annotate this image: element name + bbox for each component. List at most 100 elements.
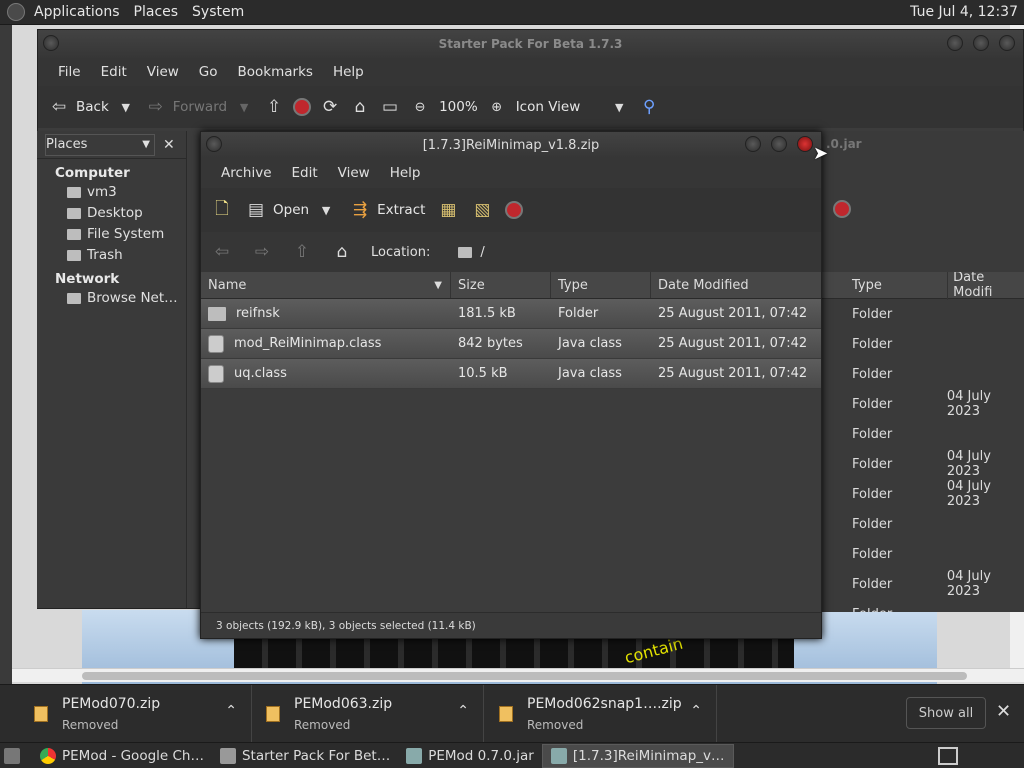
sidebar-item-vm3[interactable]: vm3 [37,181,186,202]
maximize-button[interactable] [771,136,787,152]
show-desktop-icon[interactable] [4,747,20,764]
clock[interactable]: Tue Jul 4, 12:37 [910,4,1024,20]
sidebar-item-desktop[interactable]: Desktop [37,202,186,223]
sidebar-item-trash[interactable]: Trash [37,244,186,265]
menu-help[interactable]: Help [380,165,431,181]
table-row[interactable]: uq.class 10.5 kB Java class 25 August 2011,… [201,359,821,389]
zoom-in-icon[interactable]: ⊕ [486,96,508,118]
download-item[interactable]: PEMod070.zip Removed ⌃ [20,685,252,743]
home-icon[interactable]: ⌂ [331,241,353,263]
file-manager-toolbar: ⇦ Back ▼ ⇨ Forward ▼ ⇧ ⟳ ⌂ ▭ ⊖ 100% ⊕ Icon V… [38,86,1023,128]
close-downloads-icon[interactable]: ✕ [996,701,1011,722]
back-arrow-icon[interactable]: ⇦ [211,241,233,263]
places-selector[interactable]: Places ▼ [45,133,155,156]
table-row[interactable]: mod_ReiMinimap.class 842 bytes Java class 2… [201,329,821,359]
column-date-modified[interactable]: Date Modified [651,272,821,298]
menu-view[interactable]: View [137,64,189,80]
close-button[interactable] [999,35,1015,51]
list-item[interactable]: Folder [822,509,1024,539]
extract-button[interactable]: ⇶ Extract [349,199,425,221]
task-starter-pack[interactable]: Starter Pack For Bet… [212,744,398,768]
list-item[interactable]: Folder 04 July 2023 [822,569,1024,599]
chevron-down-icon[interactable]: ▼ [233,96,255,118]
view-mode-select[interactable]: Icon View ▼ [516,96,631,118]
list-item[interactable]: Folder [822,359,1024,389]
close-sidebar-icon[interactable]: ✕ [163,137,175,153]
file-manager-titlebar[interactable]: Starter Pack For Beta 1.7.3 [38,30,1023,58]
zoom-out-icon[interactable]: ⊖ [409,96,431,118]
sidebar-item-filesystem[interactable]: File System [37,223,186,244]
chevron-up-icon[interactable]: ⌃ [225,703,237,719]
archive-titlebar[interactable]: [1.7.3]ReiMinimap_v1.8.zip [201,132,821,158]
up-arrow-icon[interactable]: ⇧ [263,96,285,118]
back-button[interactable]: ⇦ Back ▼ [48,96,137,118]
show-all-button[interactable]: Show all [906,697,986,729]
minimize-button[interactable] [947,35,963,51]
menu-go[interactable]: Go [189,64,228,80]
computer-icon[interactable]: ▭ [379,96,401,118]
list-item[interactable]: Folder 04 July 2023 [822,479,1024,509]
stop-icon[interactable] [293,98,312,116]
chevron-down-icon[interactable]: ▼ [115,96,137,118]
menu-help[interactable]: Help [323,64,374,80]
list-item[interactable]: Folder [822,599,1024,613]
list-item[interactable]: Folder [822,419,1024,449]
add-folder-icon[interactable]: ▧ [471,199,493,221]
download-item[interactable]: PEMod063.zip Removed ⌃ [252,685,484,743]
menu-archive[interactable]: Archive [211,165,282,181]
column-type[interactable]: Type [822,278,947,293]
open-button[interactable]: ▤ Open ▼ [245,199,337,221]
add-files-icon[interactable]: ▦ [437,199,459,221]
reload-icon[interactable]: ⟳ [319,96,341,118]
extract-icon: ⇶ [352,200,368,220]
forward-button[interactable]: ⇨ Forward ▼ [145,96,255,118]
chevron-down-icon[interactable]: ▼ [315,199,337,221]
cell-type: Folder [852,456,893,472]
stop-icon[interactable] [833,200,851,218]
menu-file[interactable]: File [48,64,91,80]
window-menu-icon[interactable] [43,35,59,51]
forward-arrow-icon[interactable]: ⇨ [251,241,273,263]
chevron-up-icon[interactable]: ⌃ [690,703,702,719]
stop-icon[interactable] [505,201,524,219]
minimize-button[interactable] [745,136,761,152]
maximize-button[interactable] [973,35,989,51]
column-name[interactable]: Name ▼ [201,272,451,298]
menu-view[interactable]: View [328,165,380,181]
distro-logo-icon[interactable] [7,3,25,21]
applications-menu[interactable]: Applications [27,4,127,20]
column-type[interactable]: Type [551,272,651,298]
column-date[interactable]: Date Modifi [947,272,1024,300]
search-icon[interactable]: ⚲ [638,96,660,118]
download-item[interactable]: PEMod062snap1….zip Removed ⌃ [485,685,717,743]
extract-label: Extract [377,202,426,218]
list-item[interactable]: Folder [822,539,1024,569]
menu-bookmarks[interactable]: Bookmarks [228,64,323,80]
workspace-switcher-icon[interactable] [938,746,958,765]
list-item[interactable]: Folder 04 July 2023 [822,389,1024,419]
location-bar: ⇦ ⇨ ⇧ ⌂ Location: / [201,232,821,272]
cell-type: Java class [558,366,622,381]
list-item[interactable]: Folder [822,299,1024,329]
task-chrome[interactable]: PEMod - Google Ch… [32,744,212,768]
list-item[interactable]: Folder 04 July 2023 [822,449,1024,479]
table-row[interactable]: reifnsk 181.5 kB Folder 25 August 2011, 07:… [201,299,821,329]
chevron-up-icon[interactable]: ⌃ [457,703,469,719]
places-menu[interactable]: Places [127,4,186,20]
window-menu-icon[interactable] [206,136,222,152]
menu-edit[interactable]: Edit [91,64,137,80]
location-field[interactable]: / [458,245,485,260]
system-menu[interactable]: System [185,4,251,20]
sidebar-item-browse-network[interactable]: Browse Net… [37,287,186,308]
new-archive-icon[interactable]: 🗋 [211,199,233,221]
menu-edit[interactable]: Edit [282,165,328,181]
scrollbar-thumb[interactable] [82,672,967,680]
task-pemod-jar[interactable]: PEMod 0.7.0.jar [398,744,542,768]
home-icon[interactable]: ⌂ [349,96,371,118]
list-item[interactable]: Folder [822,329,1024,359]
up-arrow-icon[interactable]: ⇧ [291,241,313,263]
task-reiminimap[interactable]: [1.7.3]ReiMinimap_v… [541,743,734,768]
column-size[interactable]: Size [451,272,551,298]
close-button[interactable] [797,136,813,152]
browser-horizontal-scrollbar[interactable] [12,668,1024,682]
